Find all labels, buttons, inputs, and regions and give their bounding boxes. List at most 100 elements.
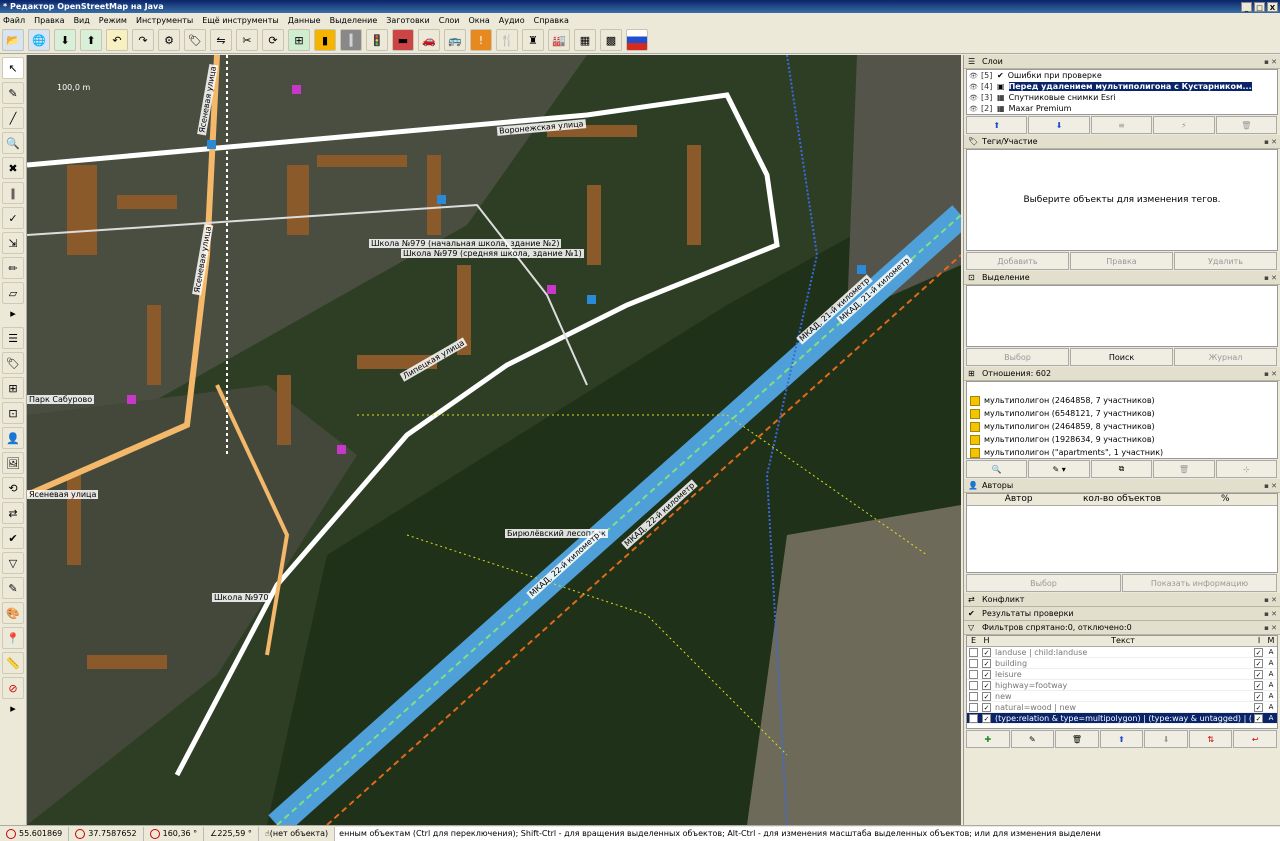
- menu-audio[interactable]: Аудио: [499, 16, 525, 25]
- parallel-tool-icon[interactable]: ∥: [2, 182, 24, 204]
- history-panel-icon[interactable]: ⟲: [2, 477, 24, 499]
- delete-layer-icon[interactable]: 🗑: [1215, 116, 1278, 134]
- panel-controls-icon[interactable]: ▪ ✕: [1264, 596, 1277, 604]
- menu-mode[interactable]: Режим: [99, 16, 127, 25]
- edit-tag-button[interactable]: Правка: [1070, 252, 1173, 270]
- menu-more-tools[interactable]: Ещё инструменты: [202, 16, 279, 25]
- select-members-icon[interactable]: ⊹: [1215, 460, 1278, 478]
- map-canvas[interactable]: [27, 55, 961, 825]
- delete-tool-icon[interactable]: ✖: [2, 157, 24, 179]
- notes-panel-icon[interactable]: 📍: [2, 627, 24, 649]
- conflict-header[interactable]: ⇄ Конфликт ▪ ✕: [964, 593, 1280, 607]
- filter-row[interactable]: ✓ highway=footway ✓ A: [967, 680, 1277, 691]
- bus-icon[interactable]: 🚌: [444, 29, 466, 51]
- menu-data[interactable]: Данные: [288, 16, 321, 25]
- zoom-icon[interactable]: ⊞: [288, 29, 310, 51]
- zoom-tool-icon[interactable]: 🔍: [2, 132, 24, 154]
- draw-tool-icon[interactable]: ✎: [2, 82, 24, 104]
- validation-panel-icon[interactable]: ✔: [2, 527, 24, 549]
- panel-controls-icon[interactable]: ▪ ✕: [1264, 482, 1277, 490]
- menu-help[interactable]: Справка: [534, 16, 569, 25]
- restaurant-icon[interactable]: 🍴: [496, 29, 518, 51]
- tag-icon[interactable]: 🏷: [184, 29, 206, 51]
- relation-item[interactable]: мультиполигон (1928634, 9 участников): [967, 433, 1277, 446]
- filter-row[interactable]: ✓ landuse | child:landuse ✓ A: [967, 647, 1277, 658]
- select-tool-icon[interactable]: ↖: [2, 57, 24, 79]
- panel-controls-icon[interactable]: ▪ ✕: [1264, 58, 1277, 66]
- layer-row-active[interactable]: 👁 [4] ▣ Перед удалением мультиполигона с Ку…: [967, 81, 1277, 92]
- invert-checkbox[interactable]: ✓: [1254, 691, 1263, 701]
- grid-icon[interactable]: ▦: [574, 29, 596, 51]
- map-paint-icon[interactable]: 🎨: [2, 602, 24, 624]
- enable-checkbox[interactable]: [969, 713, 978, 723]
- invert-checkbox[interactable]: ✓: [1254, 669, 1263, 679]
- edit-filter-icon[interactable]: ✎: [1010, 730, 1055, 748]
- duplicate-layer-icon[interactable]: ⚡: [1153, 116, 1215, 134]
- search-button[interactable]: Поиск: [1070, 348, 1173, 366]
- authors-header[interactable]: 👤 Авторы ▪ ✕: [964, 479, 1280, 493]
- visibility-icon[interactable]: 👁: [969, 94, 981, 102]
- menu-tools[interactable]: Инструменты: [136, 16, 193, 25]
- hide-checkbox[interactable]: ✓: [982, 713, 991, 723]
- invert-checkbox[interactable]: ✓: [1254, 658, 1263, 668]
- tags-header[interactable]: 🏷 Теги/Участие ▪ ✕: [964, 135, 1280, 149]
- hide-checkbox[interactable]: ✓: [982, 647, 991, 657]
- expand-arrow-icon[interactable]: ▸: [2, 702, 24, 715]
- filter-row-selected[interactable]: ✓ (type:relation & type=multipolygon) | (…: [967, 713, 1277, 724]
- todo-panel-icon[interactable]: ✎: [2, 577, 24, 599]
- warning-icon[interactable]: !: [470, 29, 492, 51]
- menu-presets[interactable]: Заготовки: [386, 16, 429, 25]
- filter-row[interactable]: ✓ building ✓ A: [967, 658, 1277, 669]
- layers-panel-icon[interactable]: ☰: [2, 327, 24, 349]
- hide-checkbox[interactable]: ✓: [982, 669, 991, 679]
- enable-checkbox[interactable]: [969, 647, 978, 657]
- hide-checkbox[interactable]: ✓: [982, 691, 991, 701]
- select-author-button[interactable]: Выбор: [966, 574, 1121, 592]
- relations-panel-icon[interactable]: ⊞: [2, 377, 24, 399]
- line-tool-icon[interactable]: ╱: [2, 107, 24, 129]
- split-icon[interactable]: ✂: [236, 29, 258, 51]
- delete-relation-icon[interactable]: 🗑: [1153, 460, 1215, 478]
- imagery-panel-icon[interactable]: 🖼: [2, 452, 24, 474]
- minimize-button[interactable]: _: [1241, 1, 1252, 12]
- authors-panel-icon[interactable]: 👤: [2, 427, 24, 449]
- layer-row[interactable]: 👁 [2] ▦ Maxar Premium: [967, 103, 1277, 114]
- preferences-icon[interactable]: ⚙: [158, 29, 180, 51]
- move-filter-down-icon[interactable]: ⬇: [1144, 730, 1188, 748]
- building-preset-icon[interactable]: ▮: [314, 29, 336, 51]
- road-preset-icon[interactable]: ║: [340, 29, 362, 51]
- invert-checkbox[interactable]: ✓: [1254, 713, 1263, 723]
- history-button[interactable]: Журнал: [1174, 348, 1277, 366]
- validation-header[interactable]: ✔ Результаты проверки ▪ ✕: [964, 607, 1280, 621]
- menu-edit[interactable]: Правка: [34, 16, 64, 25]
- sort-filter-icon[interactable]: ⇅: [1188, 730, 1233, 748]
- building-tool-icon[interactable]: ▱: [2, 282, 24, 304]
- relation-item[interactable]: мультиполигон ("apartments", 1 участник): [967, 446, 1277, 459]
- selection-panel-icon[interactable]: ⊡: [2, 402, 24, 424]
- zoom-relation-icon[interactable]: 🔍: [966, 460, 1028, 478]
- enable-checkbox[interactable]: [969, 702, 978, 712]
- russian-flag-icon[interactable]: [626, 29, 648, 51]
- relations-header[interactable]: ⊞ Отношения: 602 ▪ ✕: [964, 367, 1280, 381]
- pencil-tool-icon[interactable]: ✏: [2, 257, 24, 279]
- move-filter-up-icon[interactable]: ⬆: [1099, 730, 1144, 748]
- filter-row[interactable]: ✓ new ✓ A: [967, 691, 1277, 702]
- traffic-light-icon[interactable]: 🚦: [366, 29, 388, 51]
- improve-way-icon[interactable]: ✓: [2, 207, 24, 229]
- edit-relation-icon[interactable]: ✎ ▾: [1028, 460, 1090, 478]
- column-count[interactable]: кол-во объектов: [1070, 494, 1173, 505]
- layers-header[interactable]: ☰ Слои ▪ ✕: [964, 55, 1280, 69]
- filter-row[interactable]: ✓ leisure ✓ A: [967, 669, 1277, 680]
- car-icon[interactable]: 🚗: [418, 29, 440, 51]
- column-text[interactable]: Текст: [993, 636, 1253, 646]
- castle-icon[interactable]: ♜: [522, 29, 544, 51]
- delete-tag-button[interactable]: Удалить: [1174, 252, 1277, 270]
- column-percent[interactable]: %: [1174, 494, 1277, 505]
- enable-checkbox[interactable]: [969, 669, 978, 679]
- extrude-tool-icon[interactable]: ⇲: [2, 232, 24, 254]
- menu-layers[interactable]: Слои: [439, 16, 460, 25]
- panel-controls-icon[interactable]: ▪ ✕: [1264, 610, 1277, 618]
- merge-icon[interactable]: ⇋: [210, 29, 232, 51]
- hide-checkbox[interactable]: ✓: [982, 658, 991, 668]
- map-view[interactable]: 100,0 m Воронежская улица Школа №979 (на…: [27, 55, 961, 825]
